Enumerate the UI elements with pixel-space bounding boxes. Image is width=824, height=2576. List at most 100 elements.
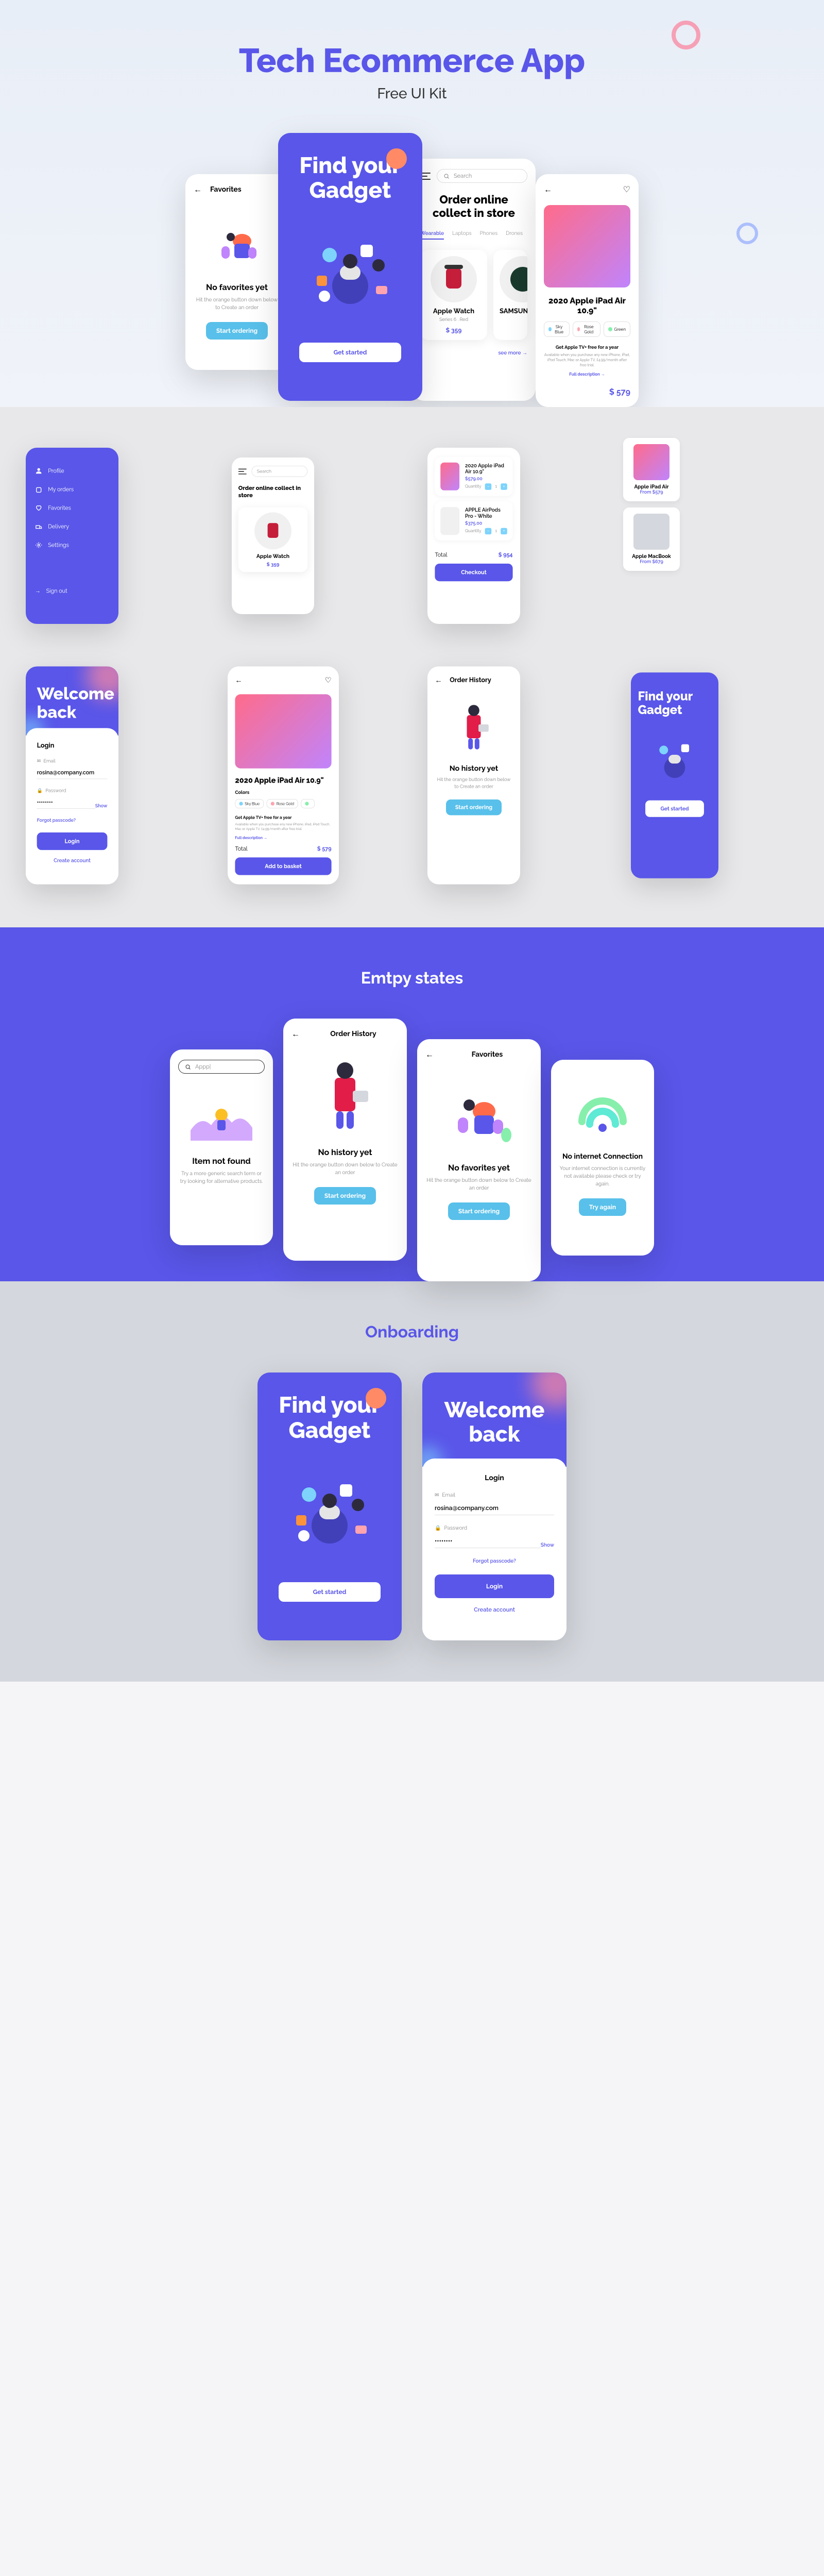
history-empty-sub: Hit the orange button down below to Crea…	[291, 1161, 399, 1177]
try-again-button[interactable]: Try again	[579, 1198, 626, 1216]
start-ordering-button[interactable]: Start ordering	[446, 800, 502, 816]
history-illustration	[435, 699, 512, 755]
back-icon[interactable]: ←	[544, 184, 552, 195]
color-chip[interactable]	[301, 799, 315, 808]
product-name: Apple Watch	[426, 308, 481, 315]
get-started-button[interactable]: Get started	[645, 800, 704, 817]
onboarding-section: Onboarding Find your Gadget Get started	[0, 1281, 824, 1682]
detail-price: $ 579	[609, 387, 630, 397]
gear-icon	[35, 541, 42, 549]
wifi-illustration	[559, 1080, 646, 1142]
password-label: 🔒 Password	[435, 1526, 541, 1531]
drawer-item[interactable]: Favorites	[35, 499, 109, 517]
back-icon[interactable]: ←	[235, 676, 242, 685]
login-button[interactable]: Login	[37, 833, 108, 850]
color-chip[interactable]: Green	[604, 321, 630, 337]
tab-drones[interactable]: Drones	[506, 231, 523, 240]
order-heading: Order online collect in store	[238, 485, 307, 499]
search-input[interactable]: Search	[437, 169, 527, 183]
login-button[interactable]: Login	[435, 1574, 554, 1598]
cart-qty: Quantity −1+	[465, 528, 507, 535]
login-heading: Login	[435, 1474, 554, 1482]
color-chip[interactable]: Sky Blue	[544, 321, 570, 337]
offer-desc: Available when you purchase any new iPho…	[544, 352, 630, 367]
forgot-link[interactable]: Forgot passcode?	[37, 818, 108, 823]
product-card[interactable]: SAMSUNG	[493, 250, 527, 340]
category-card[interactable]: Apple MacBook From $679	[623, 507, 680, 571]
login-heading: Login	[37, 742, 108, 750]
forgot-link[interactable]: Forgot passcode?	[435, 1558, 554, 1564]
search-input[interactable]: Search	[251, 466, 307, 477]
email-label: ✉ Email	[435, 1493, 554, 1498]
cart-item-image	[440, 507, 459, 535]
color-chip[interactable]: Rose Gold	[267, 799, 298, 808]
onboarding-heading: Onboarding	[0, 1323, 824, 1342]
show-password[interactable]: Show	[95, 804, 108, 809]
drawer-item[interactable]: My orders	[35, 480, 109, 499]
color-chip[interactable]: Rose Gold	[573, 321, 600, 337]
detail-title: 2020 Apple iPad Air 10.9"	[235, 776, 331, 785]
get-started-button[interactable]: Get started	[279, 1582, 381, 1602]
drawer-item[interactable]: Settings	[35, 536, 109, 554]
create-account-link[interactable]: Create account	[37, 858, 108, 864]
hero-subtitle: Free UI Kit	[0, 85, 824, 102]
heart-icon[interactable]: ♡	[325, 676, 332, 685]
signout-item[interactable]: →Sign out	[35, 582, 109, 600]
detail-product-image	[544, 205, 630, 287]
cart-total: Total$ 954	[435, 546, 512, 564]
qty-minus[interactable]: −	[485, 484, 492, 490]
color-chip[interactable]: Sky Blue	[235, 799, 264, 808]
checkout-button[interactable]: Checkout	[435, 564, 512, 581]
start-ordering-button[interactable]: Start ordering	[448, 1202, 510, 1220]
qty-plus[interactable]: +	[501, 528, 507, 535]
password-field[interactable]	[435, 1534, 541, 1548]
hero-title: Tech Ecommerce App	[0, 41, 824, 80]
tab-laptops[interactable]: Laptops	[452, 231, 472, 240]
back-icon[interactable]: ←	[194, 184, 202, 195]
email-field[interactable]	[435, 1501, 554, 1515]
back-icon[interactable]: ←	[435, 676, 442, 685]
find-illustration	[266, 1464, 393, 1567]
colors-label: Colors	[235, 790, 331, 795]
back-icon[interactable]: ←	[425, 1049, 434, 1060]
drawer-screen: Profile My orders Favorites Delivery Set…	[26, 448, 118, 624]
history-header: Order History	[330, 1030, 376, 1038]
qty-plus[interactable]: +	[501, 484, 507, 490]
product-card[interactable]: Apple Watch Series 6 . Red $ 359	[420, 250, 487, 340]
category-card[interactable]: Apple iPad Air From $579	[623, 438, 680, 501]
start-ordering-button[interactable]: Start ordering	[314, 1187, 376, 1205]
product-image	[431, 256, 477, 302]
search-value: Appp|	[195, 1063, 211, 1070]
find-illustration	[286, 224, 414, 327]
create-account-link[interactable]: Create account	[435, 1606, 554, 1613]
tab-wearable[interactable]: Wearable	[420, 231, 444, 240]
history-screen: ← Order History No history yet Hit the o…	[283, 1019, 407, 1261]
start-ordering-button[interactable]: Start ordering	[206, 322, 268, 340]
full-desc-link[interactable]: Full description →	[544, 371, 630, 377]
product-card[interactable]: Apple Watch $ 359	[238, 507, 307, 572]
order-screen-mini: Search Order online collect in store App…	[232, 457, 314, 614]
product-variant: Series 6 . Red	[426, 317, 481, 323]
back-icon[interactable]: ←	[291, 1029, 300, 1039]
add-basket-button[interactable]: Add to basket	[235, 857, 331, 875]
cart-item-price: $579.00	[465, 477, 507, 482]
order-screen: Search Order online collect in store Wea…	[412, 159, 536, 401]
tab-phones[interactable]: Phones	[480, 231, 498, 240]
welcome-title: Welcome back	[437, 1398, 552, 1446]
cart-screen: 2020 Apple iPad Air 10.9" $579.00 Quanti…	[427, 448, 520, 624]
get-started-button[interactable]: Get started	[299, 343, 401, 362]
show-password[interactable]: Show	[541, 1543, 554, 1548]
drawer-item[interactable]: Delivery	[35, 517, 109, 536]
find-title: Find your Gadget	[286, 154, 414, 204]
password-field[interactable]	[37, 796, 95, 809]
email-field[interactable]	[37, 767, 108, 779]
category-image	[633, 444, 670, 480]
welcome-screen: Welcome back Login ✉ Email 🔒 Password Sh…	[26, 667, 118, 885]
see-more-link[interactable]: see more →	[498, 350, 527, 356]
menu-icon[interactable]	[238, 469, 247, 474]
search-input[interactable]: Appp|	[178, 1060, 265, 1074]
search-icon	[443, 173, 450, 179]
qty-minus[interactable]: −	[485, 528, 492, 535]
drawer-item[interactable]: Profile	[35, 462, 109, 480]
heart-icon[interactable]: ♡	[623, 184, 630, 195]
